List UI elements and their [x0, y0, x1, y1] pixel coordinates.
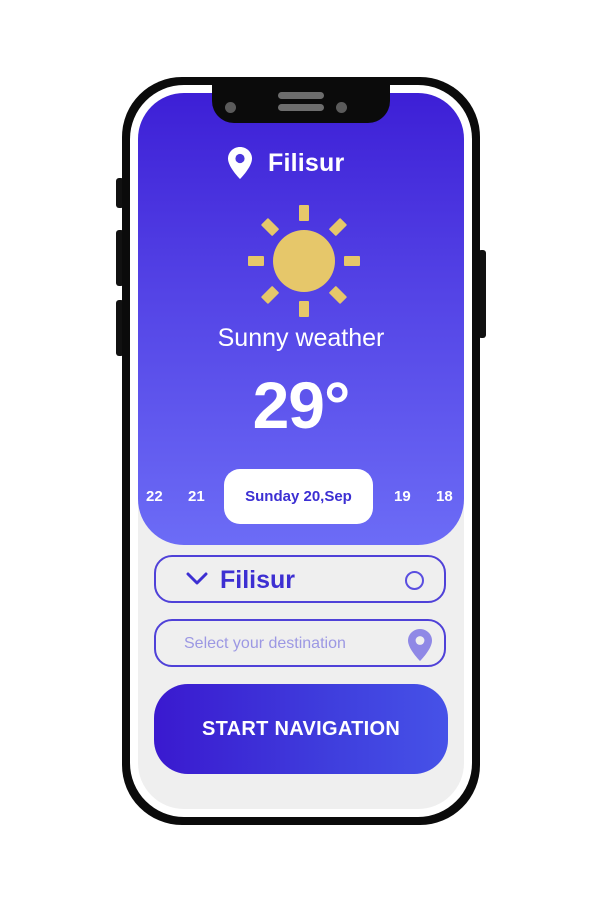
app-screen: Filisur Sunny weather 29° 22 21 Sunday 2…: [138, 93, 464, 809]
weather-panel: Filisur Sunny weather 29° 22 21 Sunday 2…: [138, 93, 464, 545]
destination-field[interactable]: [154, 619, 446, 667]
phone-speaker: [278, 92, 324, 99]
city-title: Filisur: [268, 148, 345, 177]
origin-select[interactable]: Filisur: [154, 555, 446, 603]
start-navigation-button[interactable]: START NAVIGATION: [154, 684, 448, 774]
location-header: Filisur: [228, 145, 344, 181]
front-sensor: [336, 102, 347, 113]
origin-radio-icon[interactable]: [405, 571, 424, 590]
day-item[interactable]: 19: [394, 488, 411, 505]
origin-value: Filisur: [220, 566, 296, 594]
weather-condition: Sunny weather: [217, 324, 385, 352]
day-selected-label: Sunday 20,Sep: [245, 488, 352, 505]
day-item[interactable]: 22: [146, 488, 163, 505]
day-item-selected[interactable]: Sunday 20,Sep: [224, 469, 373, 524]
location-pin-icon: [228, 147, 252, 179]
sun-icon: [246, 203, 362, 324]
day-item[interactable]: 21: [188, 488, 205, 505]
destination-input[interactable]: [184, 633, 384, 655]
temperature: 29°: [252, 368, 351, 442]
day-item[interactable]: 18: [436, 488, 453, 505]
location-pin-icon[interactable]: [408, 629, 432, 666]
chevron-down-icon[interactable]: [186, 572, 208, 591]
phone-mockup: Filisur Sunny weather 29° 22 21 Sunday 2…: [0, 0, 602, 903]
phone-speaker: [278, 104, 324, 111]
front-camera: [225, 102, 236, 113]
